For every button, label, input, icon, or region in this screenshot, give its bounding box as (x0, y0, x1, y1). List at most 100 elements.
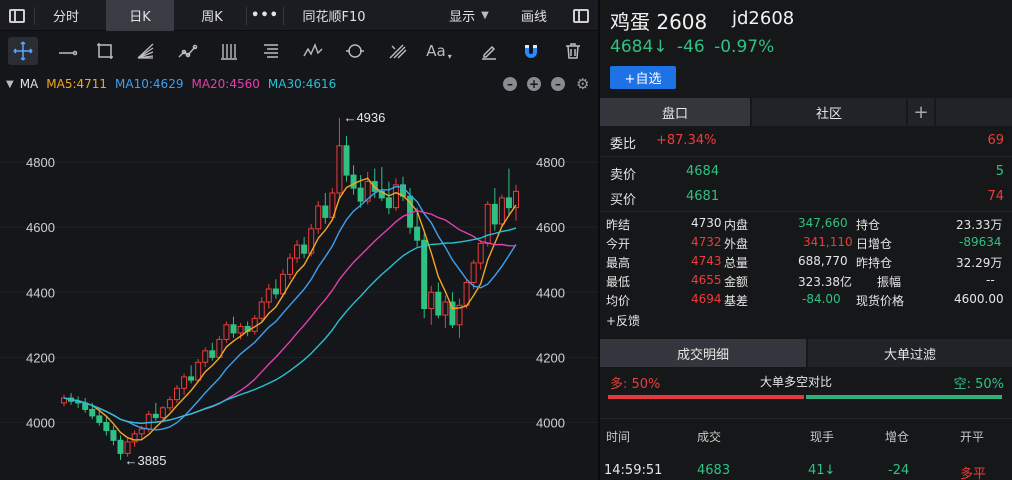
candle-down (117, 439, 124, 454)
stat-value: -- (986, 273, 995, 287)
long-ratio-label: 多: 50% (610, 377, 661, 392)
candle-up (428, 291, 435, 310)
weibi-row: 委比 +87.34% 69 (600, 133, 1012, 152)
tab-weekly-k[interactable]: 周K (180, 0, 244, 31)
draw-line-button[interactable]: 画线 (510, 0, 558, 31)
divider (600, 211, 1012, 212)
vertical-lines-icon[interactable] (214, 37, 244, 65)
more-button[interactable]: ••• (250, 0, 280, 31)
weibi-qty: 69 (987, 133, 1004, 148)
candle-up (477, 242, 484, 264)
chevron-down-icon: ▼ (481, 10, 489, 21)
y-tick-label-left: 4600 (26, 220, 55, 235)
panel-toggle-icon[interactable] (566, 0, 596, 31)
display-dropdown[interactable]: 显示 ▼ (436, 0, 502, 31)
tab-trade-detail[interactable]: 成交明细 (600, 339, 806, 367)
price-change-pct: -0.97% (714, 37, 775, 57)
candle-up (237, 325, 244, 334)
cycle-icon[interactable] (340, 37, 370, 65)
minus-circle-icon[interactable]: – (551, 77, 565, 91)
stat-value: 323.38亿 (798, 275, 852, 289)
high-annotation: ←4936 (343, 110, 385, 125)
display-label: 显示 (449, 10, 476, 25)
fan-lines-icon[interactable] (130, 37, 160, 65)
ask-qty: 5 (995, 164, 1004, 179)
short-ratio-bar (806, 395, 1002, 399)
stat-value: 23.33万 (956, 218, 1003, 232)
price-line: 4684↓ -46 -0.97% (610, 37, 774, 57)
y-tick-label-right: 4400 (536, 285, 565, 300)
stat-label: 日增仓 (856, 237, 893, 251)
quote-panel: 鸡蛋 2608 jd2608 4684↓ -46 -0.97% +自选 盘口 社… (600, 0, 1012, 480)
plus-circle-icon[interactable]: + (527, 77, 541, 91)
stat-value: -84.00 (802, 292, 841, 306)
feedback-link[interactable]: +反馈 (606, 312, 640, 329)
crosshair-icon[interactable] (8, 37, 38, 65)
stat-label: 昨结 (606, 218, 631, 232)
period-toolbar: 分时 日K 周K ••• 同花顺F10 显示 ▼ 画线 (0, 0, 598, 31)
divider (283, 7, 284, 25)
sidebar-toggle-icon[interactable] (2, 0, 32, 31)
bid-price: 4681 (686, 189, 720, 204)
stat-value: 32.29万 (956, 256, 1003, 270)
candle-up (131, 433, 138, 443)
stat-label: 今开 (606, 237, 631, 251)
candle-down (96, 415, 103, 423)
candle-up (498, 197, 505, 225)
col-deal: 成交 (697, 430, 722, 444)
f10-button[interactable]: 同花顺F10 (288, 0, 380, 31)
fibonacci-icon[interactable] (256, 37, 286, 65)
stat-value: 4743 (691, 254, 722, 268)
candle-up (470, 262, 477, 283)
y-tick-label-left: 4800 (26, 155, 55, 170)
candle-up (336, 145, 343, 194)
y-tick-label-right: 4200 (536, 350, 565, 365)
candle-up (202, 350, 209, 363)
tab-community[interactable]: 社区 (752, 98, 906, 126)
stats-row: 今开 4732 外盘 341,110 日增仓 -89634 (600, 235, 1012, 253)
tab-daily-k[interactable]: 日K (106, 0, 174, 31)
stat-value: 688,770 (798, 254, 848, 268)
stat-label: 金额 (724, 275, 749, 289)
minus-circle-icon[interactable]: – (503, 77, 517, 91)
candle-up (265, 288, 272, 303)
candle-up (258, 301, 265, 319)
ma-chevron-icon[interactable]: ▼ (6, 79, 14, 90)
gear-icon[interactable]: ⚙ (576, 75, 589, 93)
candle-down (152, 413, 159, 419)
text-tool-icon[interactable]: Aa ▾ (424, 37, 454, 65)
trash-icon[interactable] (558, 37, 588, 65)
stat-label: 昨持仓 (856, 256, 893, 270)
stat-label: 持仓 (856, 218, 881, 232)
long-short-ratio: 多: 50% 大单多空对比 空: 50% (600, 373, 1012, 393)
instrument-name: 鸡蛋 2608 (610, 10, 708, 34)
stat-label: 总量 (724, 256, 749, 270)
candle-up (392, 184, 399, 209)
add-tab-button[interactable]: + (908, 98, 934, 126)
kline-chart[interactable]: 4800 4800 4600 4600 4400 4400 4200 4200 4000 4000… (0, 96, 598, 480)
pen-icon[interactable] (474, 37, 504, 65)
tab-big-order-filter[interactable]: 大单过滤 (808, 339, 1012, 367)
tab-pankou[interactable]: 盘口 (600, 98, 750, 126)
wave-icon[interactable] (298, 37, 328, 65)
trade-time: 14:59:51 (604, 463, 663, 478)
tab-fenshi[interactable]: 分时 (36, 0, 96, 31)
kline-window: 分时 日K 周K ••• 同花顺F10 显示 ▼ 画线 Aa ▾ ▼ MA MA… (0, 0, 598, 480)
magnet-icon[interactable] (516, 37, 546, 65)
candle-down (491, 203, 498, 225)
polyline-icon[interactable] (172, 37, 202, 65)
long-ratio-bar (608, 395, 804, 399)
add-watchlist-button[interactable]: +自选 (610, 66, 676, 89)
candle-up (195, 361, 202, 381)
stats-row: 均价 4694 基差 -84.00 现货价格 4600.00 (600, 292, 1012, 310)
hline-icon[interactable] (52, 37, 82, 65)
rectangle-icon[interactable] (90, 37, 120, 65)
y-tick-label-left: 4200 (26, 350, 55, 365)
pitchfork-icon[interactable] (382, 37, 412, 65)
stat-label: 现货价格 (856, 294, 905, 308)
trade-oi: -24 (888, 463, 910, 478)
trade-price: 4683 (697, 463, 731, 478)
stat-value: 4694 (691, 292, 722, 306)
ma10-value: MA10:4629 (115, 77, 184, 91)
stats-row: 昨结 4730 内盘 347,660 持仓 23.33万 (600, 216, 1012, 234)
